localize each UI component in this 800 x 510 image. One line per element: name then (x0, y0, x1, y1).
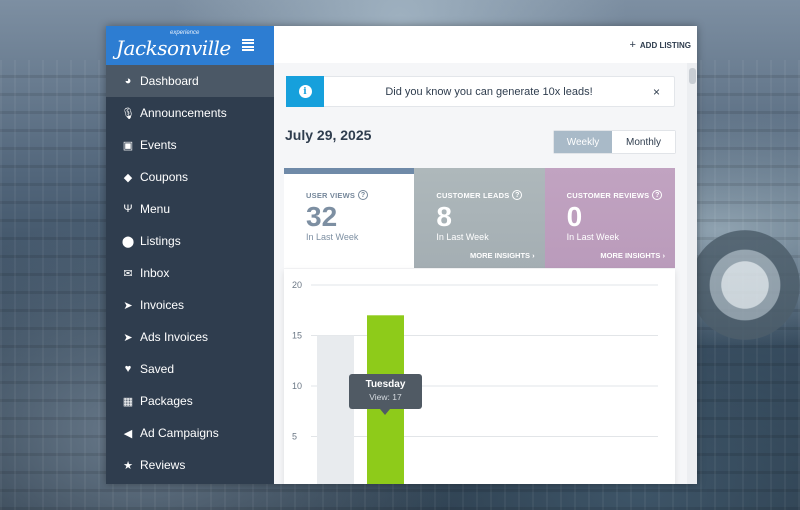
brand-tagline: experience (170, 30, 200, 36)
envelope-icon: ✉ (123, 267, 133, 280)
weekly-toggle-button[interactable]: Weekly (554, 131, 612, 153)
sidebar-item-label: Listings (140, 234, 181, 248)
more-insights-link[interactable]: MORE INSIGHTS › (470, 251, 535, 260)
stat-subtitle: In Last Week (566, 232, 620, 242)
help-icon[interactable]: ? (652, 190, 663, 200)
dashboard-content: i Did you know you can generate 10x lead… (274, 63, 697, 484)
tag-icon: ◆ (123, 171, 133, 184)
y-tick-label: 5 (292, 432, 297, 442)
dashboard-icon: ◕ (124, 75, 132, 87)
scrollbar-thumb[interactable] (689, 68, 696, 84)
info-icon: i (298, 85, 312, 98)
stat-label: CUSTOMER REVIEWS? (567, 190, 675, 200)
monthly-toggle-button[interactable]: Monthly (612, 131, 675, 153)
sidebar-item-packages[interactable]: ▦ Packages (106, 385, 274, 417)
stat-label: USER VIEWS? (306, 190, 414, 200)
bar-chart: 20 15 10 5 (292, 280, 658, 485)
sidebar-item-coupons[interactable]: ◆ Coupons (106, 161, 274, 193)
stat-value: 32 (306, 201, 338, 232)
help-icon[interactable]: ? (358, 190, 369, 200)
tooltip-value: View: 17 (369, 392, 402, 402)
y-tick-label: 20 (292, 280, 302, 290)
bullhorn-icon: ◀ (123, 427, 133, 440)
sidebar-item-label: Inbox (140, 266, 170, 280)
help-icon[interactable]: ? (512, 190, 523, 200)
sidebar-item-label: Packages (140, 394, 193, 408)
y-tick-label: 15 (292, 331, 302, 341)
gift-icon: ▦ (122, 395, 134, 408)
sidebar-item-menu[interactable]: Ψ Menu (106, 193, 274, 225)
chevron-right-icon: › (532, 251, 535, 260)
tooltip-title: Tuesday (365, 379, 406, 390)
sidebar-item-ads-invoices[interactable]: ➤ Ads Invoices (106, 321, 274, 353)
heart-icon: ♥ (124, 363, 132, 375)
sidebar-menu: ◕ Dashboard 🎙 Announcements ▣ Events ◆ Coupo… (106, 65, 274, 481)
stat-card-customer-reviews: CUSTOMER REVIEWS? 0 In Last Week MORE IN… (544, 168, 675, 268)
sidebar-item-ad-campaigns[interactable]: ◀ Ad Campaigns (106, 417, 274, 449)
sidebar-item-label: Invoices (140, 298, 185, 312)
fork-knife-icon: Ψ (123, 203, 133, 215)
add-listing-button[interactable]: + ADD LISTING (629, 39, 691, 51)
alert-message: Did you know you can generate 10x leads! (385, 85, 593, 98)
sidebar-item-label: Events (140, 138, 177, 152)
sidebar-item-label: Coupons (140, 170, 189, 184)
views-chart: 20 15 10 5 Tuesday View: 17 (284, 269, 675, 484)
sidebar: experience Jacksonville ◕ Dashboard 🎙 Anno… (106, 26, 274, 484)
sidebar-item-label: Announcements (140, 106, 227, 120)
sidebar-item-label: Ads Invoices (140, 330, 209, 344)
stats-row: USER VIEWS? 32 In Last Week CUSTOMER LEA… (284, 168, 675, 268)
chart-tooltip: Tuesday View: 17 (349, 374, 422, 415)
sidebar-item-label: Reviews (140, 458, 186, 472)
background-stadium (690, 230, 800, 340)
vertical-scrollbar[interactable] (687, 63, 697, 484)
page-date: July 29, 2025 (285, 127, 372, 143)
paper-plane-icon: ➤ (123, 331, 133, 344)
sidebar-item-label: Ad Campaigns (140, 426, 219, 440)
stat-card-customer-leads: CUSTOMER LEADS? 8 In Last Week MORE INSI… (414, 168, 545, 268)
sidebar-item-invoices[interactable]: ➤ Invoices (106, 289, 274, 321)
sidebar-item-saved[interactable]: ♥ Saved (106, 353, 274, 385)
sidebar-item-label: Menu (140, 202, 171, 216)
sidebar-item-label: Saved (140, 362, 175, 376)
paper-plane-icon: ➤ (123, 299, 133, 312)
sidebar-item-announcements[interactable]: 🎙 Announcements (106, 97, 274, 129)
sidebar-item-listings[interactable]: ⬤ Listings (106, 225, 274, 257)
info-icon-box: i (286, 76, 324, 107)
sidebar-item-label: Dashboard (140, 74, 199, 88)
microphone-icon: 🎙 (121, 107, 135, 120)
stat-subtitle: In Last Week (306, 232, 359, 242)
dashboard-window: experience Jacksonville ◕ Dashboard 🎙 Anno… (106, 26, 697, 484)
info-alert: i Did you know you can generate 10x lead… (286, 76, 675, 107)
sidebar-item-dashboard[interactable]: ◕ Dashboard (106, 65, 274, 97)
sidebar-item-reviews[interactable]: ★ Reviews (106, 449, 274, 481)
stat-subtitle: In Last Week (436, 232, 489, 242)
plus-icon: + (629, 39, 636, 51)
stat-value: 0 (566, 201, 583, 232)
calendar-icon: ▣ (122, 139, 134, 152)
period-toggle: Weekly Monthly (553, 130, 676, 154)
sidebar-item-events[interactable]: ▣ Events (106, 129, 274, 161)
add-listing-label: ADD LISTING (639, 40, 691, 50)
sidebar-item-inbox[interactable]: ✉ Inbox (106, 257, 274, 289)
stat-card-user-views: USER VIEWS? 32 In Last Week (284, 168, 415, 268)
chevron-right-icon: › (662, 251, 665, 260)
star-icon: ★ (123, 459, 133, 472)
brand-bar: experience Jacksonville (106, 26, 274, 65)
map-marker-icon: ⬤ (121, 235, 135, 248)
main-panel: + ADD LISTING i Did you know you can gen… (274, 26, 697, 484)
stat-value: 8 (436, 201, 452, 232)
stat-label: CUSTOMER LEADS? (436, 190, 544, 200)
close-icon[interactable]: × (653, 85, 660, 99)
more-insights-link[interactable]: MORE INSIGHTS › (600, 251, 665, 260)
y-tick-label: 10 (292, 381, 302, 391)
brand-logo[interactable]: Jacksonville (116, 36, 231, 60)
chart-bar[interactable] (317, 335, 354, 485)
hamburger-menu-icon[interactable] (242, 39, 254, 51)
